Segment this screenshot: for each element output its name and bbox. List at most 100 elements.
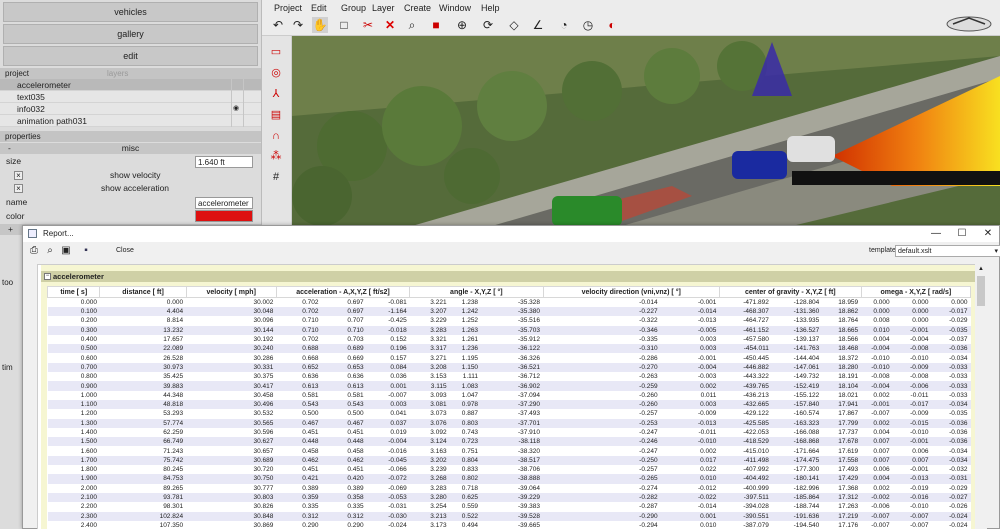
tree-item-label: text035 bbox=[17, 92, 45, 102]
pdf-icon[interactable]: ⅄ bbox=[268, 86, 284, 102]
menu-project[interactable]: Project bbox=[274, 0, 302, 16]
line-tool-icon[interactable]: ▤ bbox=[268, 107, 284, 123]
scene-viewport[interactable] bbox=[292, 36, 1000, 226]
measure-icon[interactable]: ∠ bbox=[530, 17, 546, 33]
undo-icon[interactable]: ↶ bbox=[270, 17, 286, 33]
menu-edit[interactable]: Edit bbox=[311, 0, 327, 16]
vertical-scrollbar[interactable]: ▲ bbox=[975, 264, 987, 529]
cut-icon[interactable]: ✂ bbox=[360, 17, 376, 33]
table-cell: -0.257 bbox=[639, 466, 658, 474]
close-button[interactable]: Close bbox=[116, 247, 134, 254]
show-velocity-checkbox[interactable]: × bbox=[14, 171, 23, 180]
table-cell: 3.076 bbox=[409, 418, 450, 428]
table-cell: 0.653 bbox=[321, 362, 367, 373]
table-cell: 0.636 bbox=[347, 373, 364, 381]
tree-item-animation-path[interactable]: animation path031 bbox=[0, 115, 261, 127]
table-cell: -0.033 bbox=[949, 391, 968, 399]
edit-button[interactable]: edit bbox=[3, 46, 258, 66]
tab-layers[interactable]: layers bbox=[107, 68, 128, 79]
table-cell: -166.088 bbox=[793, 429, 820, 436]
color-swatch[interactable] bbox=[195, 210, 253, 222]
hand-tool-icon[interactable]: ✋ bbox=[312, 17, 328, 33]
close-window-icon[interactable]: ✕ bbox=[975, 226, 1000, 242]
table-cell: -141.763 bbox=[771, 344, 823, 354]
table-cell: -39.665 bbox=[517, 521, 541, 529]
gallery-button[interactable]: gallery bbox=[3, 24, 258, 44]
table-cell: -0.016 bbox=[892, 492, 932, 503]
target-icon[interactable]: ◎ bbox=[268, 65, 284, 81]
table-cell: 0.451 bbox=[302, 466, 319, 474]
clock-icon[interactable]: ◷ bbox=[580, 17, 596, 33]
scroll-thumb[interactable] bbox=[977, 276, 985, 306]
scroll-up-icon[interactable]: ▲ bbox=[975, 264, 987, 274]
table-cell: 0.800 bbox=[80, 373, 97, 381]
misc-section[interactable]: - misc bbox=[0, 143, 261, 154]
table-cell: -37.493 bbox=[517, 410, 541, 418]
expand-icon[interactable]: + bbox=[8, 224, 13, 235]
table-cell: -0.006 bbox=[871, 503, 890, 511]
show-acceleration-checkbox[interactable]: × bbox=[14, 184, 23, 193]
redo-icon[interactable]: ↷ bbox=[290, 17, 306, 33]
accelerometer-section-header[interactable]: − accelerometer bbox=[41, 271, 975, 282]
tab-project[interactable]: project bbox=[5, 68, 29, 79]
table-cell: 0.462 bbox=[321, 455, 367, 466]
eye-icon[interactable]: ◉ bbox=[233, 103, 239, 115]
table-cell: -0.246 bbox=[543, 437, 661, 447]
report-body[interactable]: − accelerometer time [ s] distance [ ft] bbox=[37, 264, 987, 529]
save-icon[interactable]: ▪ bbox=[79, 244, 93, 258]
minimize-icon[interactable]: — bbox=[923, 226, 949, 242]
rotate-icon[interactable]: ⟳ bbox=[480, 17, 496, 33]
table-cell: -0.016 bbox=[388, 447, 407, 455]
table-cell: 0.625 bbox=[449, 492, 482, 503]
table-cell: -0.257 bbox=[639, 410, 658, 418]
tree-item-accelerometer[interactable]: accelerometer bbox=[0, 79, 261, 91]
box-tool-icon[interactable]: ▭ bbox=[268, 44, 284, 60]
speedometer-icon[interactable]: ◐ bbox=[604, 17, 620, 33]
vehicles-button[interactable]: vehicles bbox=[3, 2, 258, 22]
name-input[interactable]: accelerometer bbox=[195, 197, 253, 209]
menu-layer[interactable]: Layer bbox=[372, 0, 395, 16]
table-cell: -0.290 bbox=[543, 511, 661, 521]
table-cell: 3.073 bbox=[430, 410, 447, 418]
tree-item-info[interactable]: info032 ◉ bbox=[0, 103, 261, 115]
menu-create[interactable]: Create bbox=[404, 0, 431, 16]
table-cell: -0.024 bbox=[388, 521, 407, 529]
table-cell: -1.164 bbox=[366, 307, 410, 317]
table-cell: -0.033 bbox=[931, 381, 971, 391]
grid-icon[interactable]: # bbox=[268, 169, 284, 185]
tree-item-text[interactable]: text035 bbox=[0, 91, 261, 103]
table-cell: 66.749 bbox=[99, 437, 187, 447]
template-select[interactable]: default.xslt ▾ bbox=[895, 245, 1000, 257]
table-cell: 1.261 bbox=[461, 336, 479, 344]
move-icon[interactable]: ⊕ bbox=[454, 17, 470, 33]
particles-icon[interactable]: ⁂ bbox=[268, 148, 284, 164]
print-icon[interactable]: ⎙ bbox=[27, 244, 41, 258]
print-preview-icon[interactable]: ⌕ bbox=[43, 244, 57, 258]
gauge-icon[interactable]: ◔ bbox=[556, 17, 572, 33]
table-cell: -0.012 bbox=[697, 484, 717, 492]
zoom-icon[interactable]: ⌕ bbox=[404, 17, 420, 33]
delete-icon[interactable]: ✕ bbox=[382, 17, 398, 33]
report-toolbar: ⎙ ⌕ ▣ ▪ Close template default.xslt ▾ bbox=[23, 242, 1000, 261]
select-rect-icon[interactable]: □ bbox=[336, 17, 352, 33]
table-cell: 3.207 bbox=[409, 307, 450, 317]
size-input[interactable]: 1.640 ft bbox=[195, 156, 253, 168]
table-cell: 0.543 bbox=[276, 399, 322, 410]
table-cell: 30.627 bbox=[186, 437, 277, 447]
menu-help[interactable]: Help bbox=[481, 0, 500, 16]
table-cell: -0.322 bbox=[639, 317, 658, 325]
collapse-icon[interactable]: − bbox=[44, 273, 51, 280]
table-row: 1.800 80.245 30.720 0.451 0.451 -0.066 3.239 0.… bbox=[48, 465, 971, 474]
page-setup-icon[interactable]: ▣ bbox=[59, 244, 73, 258]
table-cell: -0.034 bbox=[949, 354, 968, 362]
plane-icon[interactable]: ◇ bbox=[506, 17, 522, 33]
maximize-icon[interactable]: ☐ bbox=[949, 226, 975, 242]
cube-icon[interactable]: ■ bbox=[428, 17, 444, 33]
menu-window[interactable]: Window bbox=[439, 0, 471, 16]
magnet-icon[interactable]: ∩ bbox=[268, 128, 284, 144]
table-cell: 0.697 bbox=[347, 299, 364, 306]
table-cell: 30.192 bbox=[253, 336, 274, 344]
table-cell: 0.037 bbox=[366, 418, 410, 428]
menu-group[interactable]: Group bbox=[341, 0, 366, 16]
collapse-icon[interactable]: - bbox=[8, 143, 11, 154]
